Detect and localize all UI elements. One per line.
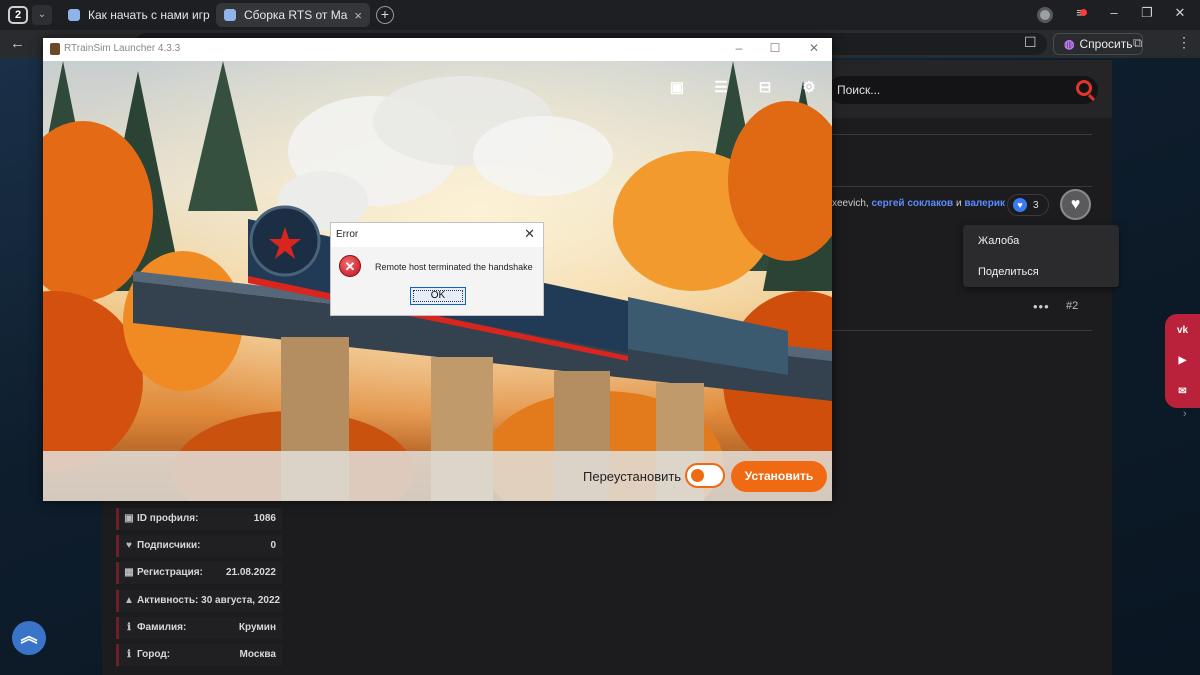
stat-value: 1086 <box>253 513 276 524</box>
notification-dot-icon <box>1080 9 1087 16</box>
list-icon[interactable]: ☰ <box>711 78 731 96</box>
youtube-icon[interactable]: ▶ <box>1174 352 1191 369</box>
stat-value: Москва <box>239 649 276 660</box>
ai-spark-icon: ◍ <box>1064 37 1075 51</box>
more-options-icon[interactable]: ••• <box>1033 299 1050 314</box>
post-number[interactable]: #2 <box>1066 300 1078 312</box>
maximize-icon[interactable]: ☐ <box>766 41 784 55</box>
dialog-close-icon[interactable]: ✕ <box>524 226 535 242</box>
stat-label: ID профиля: <box>137 513 199 524</box>
browser-tab-bar: 2 ⌄ Как начать с нами играть Сборка RTS … <box>0 0 1200 30</box>
close-window-icon[interactable]: ✕ <box>1170 5 1190 21</box>
menu-item-report[interactable]: Жалоба <box>978 235 1019 247</box>
vk-icon[interactable]: vk <box>1174 322 1191 339</box>
train-icon[interactable]: ⊟ <box>755 78 775 96</box>
heart-reaction-icon: ♥ <box>1013 198 1027 212</box>
stat-profile-id: ▣ ID профиля: 1086 <box>116 508 282 530</box>
tab-title: Как начать с нами играть <box>88 8 210 22</box>
stat-label: Город: <box>137 649 171 660</box>
dialog-title: Error <box>336 229 359 240</box>
social-links-bar: vk ▶ ✉ <box>1165 314 1200 408</box>
like-count: 3 <box>1033 199 1039 211</box>
post-actions-menu: Жалоба Поделиться <box>963 225 1119 287</box>
browser-tab-1[interactable]: Как начать с нами играть <box>60 3 210 27</box>
install-button[interactable]: Установить <box>731 461 827 492</box>
site-favicon-icon <box>68 9 80 21</box>
dialog-body: ✕ Remote host terminated the handshake O… <box>331 247 543 315</box>
divider <box>832 134 1092 135</box>
error-icon: ✕ <box>339 255 361 277</box>
liker-link[interactable]: сергей соклаков <box>871 198 953 209</box>
site-favicon-icon <box>224 9 236 21</box>
liker-link[interactable]: валерик <box>964 198 1005 209</box>
heart-icon: ♥ <box>126 540 132 551</box>
stat-value: 0 <box>270 540 276 551</box>
calendar-icon: ▦ <box>124 567 134 578</box>
ask-button-label: Спросить <box>1079 37 1133 51</box>
stat-label: Регистрация: <box>137 567 203 578</box>
ask-ai-button[interactable]: ◍ Спросить <box>1053 33 1144 55</box>
stat-label: Фамилия: <box>137 622 187 633</box>
reinstall-label: Переустановить <box>583 469 682 484</box>
menu-item-share[interactable]: Поделиться <box>978 266 1039 278</box>
browser-menu-icon[interactable]: ⋮ <box>1177 34 1191 51</box>
launcher-action-bar: Переустановить Установить <box>43 451 832 501</box>
bookmark-icon[interactable]: ☐ <box>1024 34 1037 51</box>
stat-activity: ▲ Активность: 30 августа, 2022 <box>116 590 282 612</box>
dialog-message: Remote host terminated the handshake <box>375 262 533 272</box>
stat-value: 21.08.2022 <box>225 567 276 578</box>
side-arrow-icon[interactable]: › <box>1183 408 1187 420</box>
id-card-icon: ▣ <box>124 513 134 524</box>
info-icon: ℹ <box>127 622 131 633</box>
liker-and: и <box>953 198 965 209</box>
tab-count-badge[interactable]: 2 <box>8 6 28 24</box>
info-icon: ℹ <box>127 649 131 660</box>
stat-registration: ▦ Регистрация: 21.08.2022 <box>116 562 282 584</box>
new-tab-button[interactable]: + <box>376 6 394 24</box>
stat-label: Подписчики: <box>137 540 201 551</box>
launcher-app-icon <box>50 43 60 55</box>
error-dialog: Error ✕ ✕ Remote host terminated the han… <box>330 222 544 316</box>
search-placeholder: Поиск... <box>837 83 881 97</box>
close-icon[interactable]: ✕ <box>805 41 823 55</box>
mail-icon[interactable]: ✉ <box>1174 383 1191 400</box>
site-search-input[interactable]: Поиск... <box>828 76 1098 104</box>
profile-avatar-icon[interactable] <box>1037 7 1053 23</box>
liker-prefix: xeevich, <box>832 198 872 209</box>
tab-close-icon[interactable]: × <box>348 8 362 23</box>
minimize-icon[interactable]: – <box>730 41 748 55</box>
stat-label: Активность: 30 августа, 2022 <box>137 595 281 606</box>
toggle-knob <box>691 469 704 482</box>
ok-button[interactable]: OK <box>410 287 466 305</box>
profile-icon[interactable]: ▣ <box>667 78 687 96</box>
stat-city: ℹ Город: Москва <box>116 644 282 666</box>
post-likers: xeevich, сергей соклаков и валерик <box>832 198 1005 209</box>
browser-tab-2-active[interactable]: Сборка RTS от MaDaDe × <box>216 3 370 27</box>
launcher-title: RTrainSim Launcher 4.3.3 <box>64 43 181 54</box>
stat-followers: ♥ Подписчики: 0 <box>116 535 282 557</box>
tab-list-chevron-icon[interactable]: ⌄ <box>32 5 52 25</box>
like-count-badge[interactable]: ♥ 3 <box>1007 194 1049 216</box>
bell-icon: ▲ <box>124 595 134 606</box>
minimize-icon[interactable]: – <box>1104 5 1124 20</box>
divider <box>832 186 1092 187</box>
extensions-icon[interactable]: ⧉ <box>1133 35 1142 51</box>
search-icon[interactable] <box>1076 80 1092 96</box>
stat-value: Крумин <box>238 622 276 633</box>
stat-last-name: ℹ Фамилия: Крумин <box>116 617 282 639</box>
divider <box>832 330 1092 331</box>
tab-title: Сборка RTS от MaDaDe <box>244 8 348 22</box>
reinstall-toggle[interactable] <box>685 463 725 488</box>
like-button[interactable]: ♥ <box>1060 189 1091 220</box>
settings-icon[interactable]: ⚙ <box>799 78 819 96</box>
restore-icon[interactable]: ❐ <box>1137 5 1157 21</box>
back-arrow-icon[interactable]: ← <box>10 35 25 52</box>
scroll-to-top-button[interactable]: ︽ <box>12 621 46 655</box>
launcher-title-bar[interactable]: RTrainSim Launcher 4.3.3 – ☐ ✕ <box>43 38 832 61</box>
